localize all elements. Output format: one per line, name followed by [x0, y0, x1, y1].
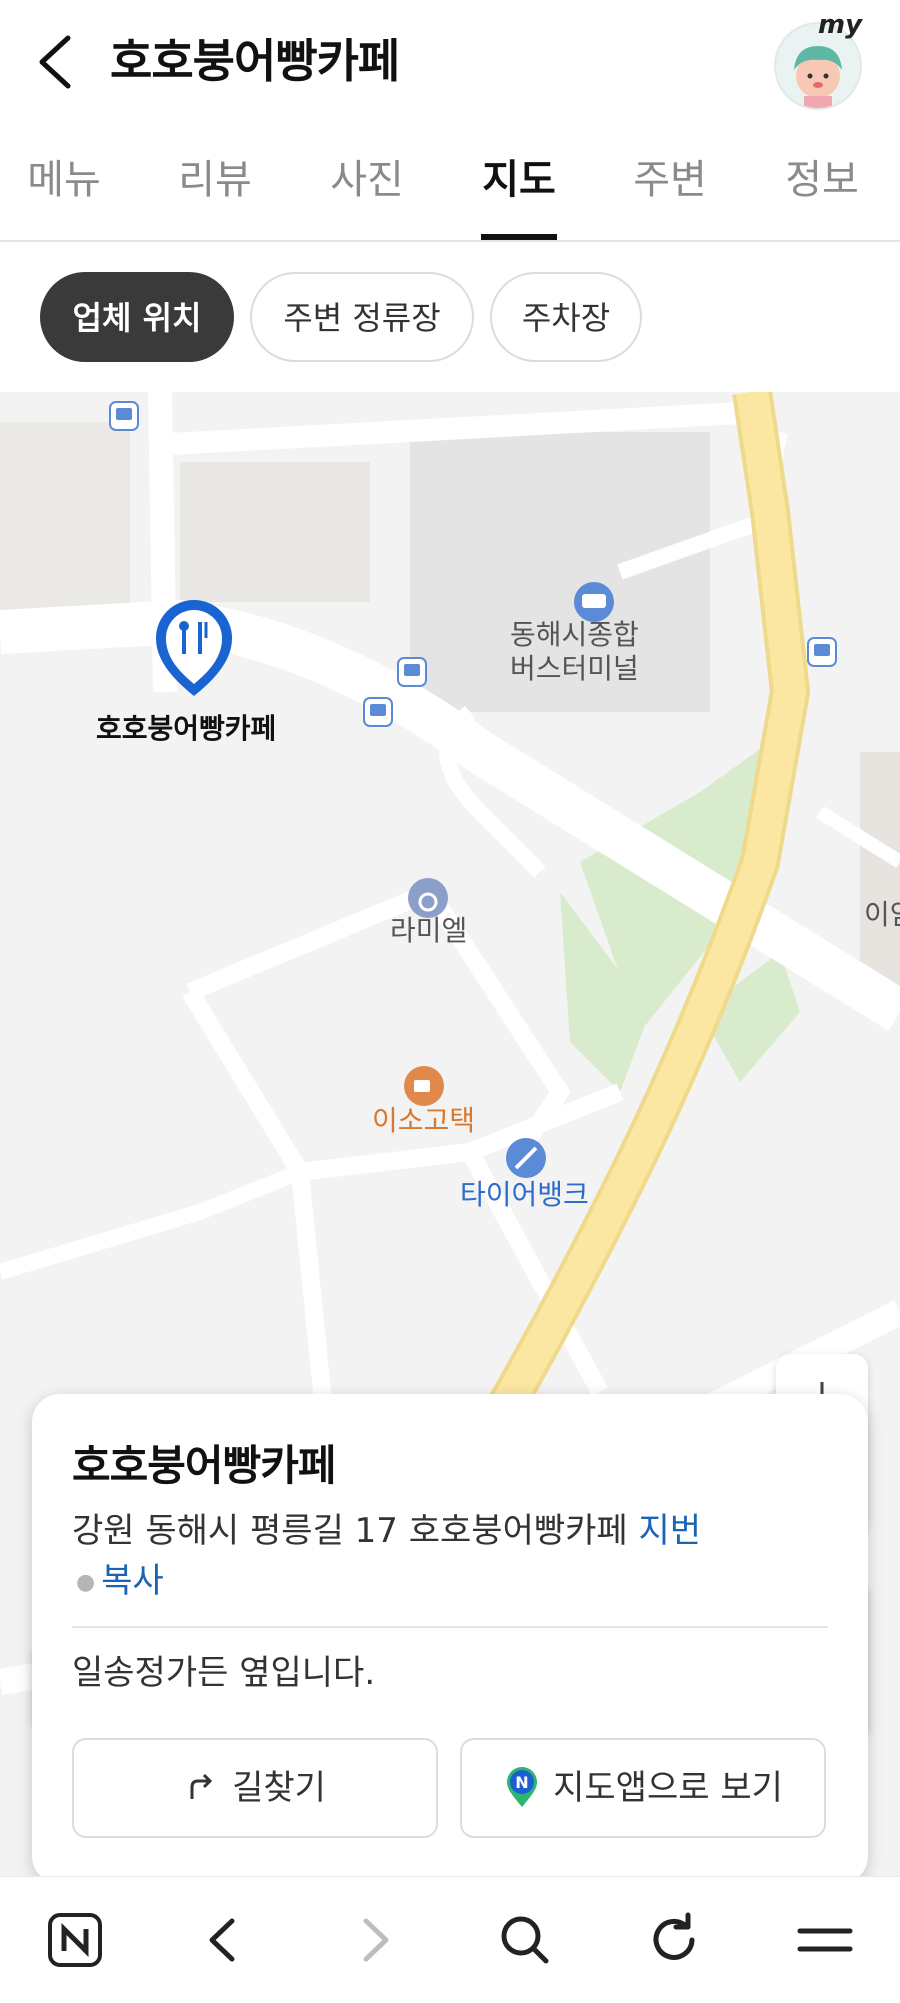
copy-address-link[interactable]: 복사 — [101, 1561, 164, 1601]
page-header: 호호붕어빵카페 my — [0, 0, 900, 120]
refresh-icon — [653, 1912, 695, 1960]
address-text: 강원 동해시 평릉길 17 호호붕어빵카페 — [72, 1511, 628, 1551]
building-block — [180, 462, 370, 602]
active-tab-indicator — [481, 234, 557, 240]
directions-label: 길찾기 — [232, 1768, 326, 1808]
naver-home-button[interactable] — [40, 1905, 110, 1975]
wrench-icon — [506, 1138, 546, 1178]
directions-arrow-icon — [190, 1773, 213, 1799]
poi-tirebank[interactable]: 타이어뱅크 — [460, 1178, 589, 1212]
pin-label[interactable]: 호호붕어빵카페 — [96, 712, 276, 746]
tab-photos[interactable]: 사진 — [307, 150, 427, 210]
chip-parking[interactable]: 주차장 — [490, 272, 642, 362]
naver-map-icon: N — [507, 1767, 538, 1807]
tab-nearby[interactable]: 주변 — [610, 150, 730, 210]
browser-bottom-bar — [0, 1876, 900, 2003]
ring-icon — [408, 878, 448, 918]
naver-n-icon — [48, 1913, 102, 1967]
chevron-left-icon — [39, 35, 71, 89]
directions-button[interactable]: 길찾기 — [72, 1738, 438, 1838]
bus-stop-icon — [109, 401, 139, 431]
browser-back-button[interactable] — [188, 1905, 258, 1975]
forward-arrow-icon — [363, 1918, 389, 1962]
tab-bar: 메뉴 리뷰 사진 지도 주변 정보 — [0, 130, 900, 242]
tab-map[interactable]: 지도 — [459, 150, 579, 210]
page-title: 호호붕어빵카페 — [110, 34, 400, 88]
my-badge: my — [818, 10, 863, 40]
menu-icon — [797, 1928, 853, 1952]
poi-edge-label: 이암 — [864, 898, 900, 931]
open-map-app-label: 지도앱으로 보기 — [553, 1768, 783, 1808]
bullet-dot: ● — [76, 1569, 96, 1595]
coffee-icon — [404, 1066, 444, 1106]
tab-menu[interactable]: 메뉴 — [4, 150, 124, 210]
browser-menu-button[interactable] — [790, 1905, 860, 1975]
bus-stop-icon — [397, 657, 427, 687]
open-map-app-button[interactable]: N 지도앱으로 보기 — [460, 1738, 826, 1838]
poi-bus-terminal[interactable]: 동해시종합 버스터미널 — [510, 618, 639, 686]
chip-business-location[interactable]: 업체 위치 — [40, 272, 234, 362]
bus-stop-icon — [363, 697, 393, 727]
place-address: 강원 동해시 평릉길 17 호호붕어빵카페 지번 ● 복사 — [72, 1506, 832, 1608]
browser-forward-button[interactable] — [340, 1905, 410, 1975]
card-divider — [72, 1626, 828, 1628]
chip-nearby-stops[interactable]: 주변 정류장 — [250, 272, 474, 362]
browser-search-button[interactable] — [490, 1905, 560, 1975]
poi-ramiel[interactable]: 라미엘 — [390, 914, 467, 948]
bus-stop-icon — [807, 637, 837, 667]
building-block — [0, 422, 130, 622]
tab-reviews[interactable]: 리뷰 — [155, 150, 275, 210]
svg-text:N: N — [515, 1773, 528, 1792]
poi-isogotaek[interactable]: 이소고택 — [372, 1104, 475, 1138]
back-arrow-icon — [209, 1918, 235, 1962]
place-description: 일송정가든 옆입니다. — [72, 1653, 376, 1693]
back-button[interactable] — [28, 26, 88, 96]
place-name: 호호붕어빵카페 — [72, 1441, 336, 1490]
search-icon — [501, 1916, 549, 1964]
jibun-link[interactable]: 지번 — [639, 1511, 702, 1551]
place-info-card: 호호붕어빵카페 강원 동해시 평릉길 17 호호붕어빵카페 지번 ● 복사 일송정… — [32, 1394, 868, 1884]
bus-terminal-icon — [574, 582, 614, 622]
browser-refresh-button[interactable] — [640, 1905, 710, 1975]
tab-info[interactable]: 정보 — [762, 150, 882, 210]
